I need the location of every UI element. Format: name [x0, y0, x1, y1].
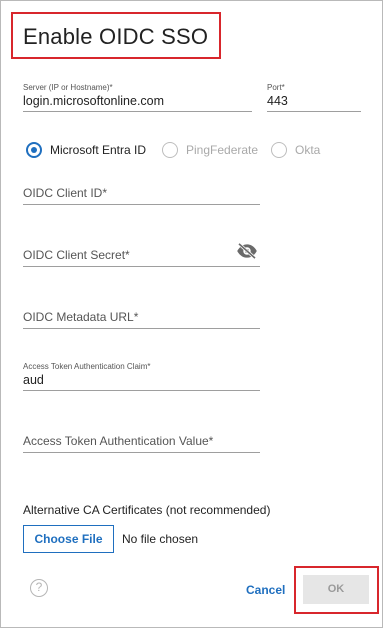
oidc-sso-dialog: Enable OIDC SSO Server (IP or Hostname)*… [0, 0, 383, 628]
choose-file-button[interactable]: Choose File [23, 525, 114, 553]
token-claim-underline [23, 390, 260, 391]
metadata-url-input[interactable]: OIDC Metadata URL* [23, 310, 138, 324]
radio-okta[interactable] [271, 142, 287, 158]
client-secret-input[interactable]: OIDC Client Secret* [23, 248, 130, 262]
client-secret-underline [23, 266, 260, 267]
server-underline [23, 111, 252, 112]
radio-pingfederate[interactable] [162, 142, 178, 158]
radio-label-microsoft-entra-id[interactable]: Microsoft Entra ID [50, 143, 146, 157]
server-input[interactable]: login.microsoftonline.com [23, 94, 164, 108]
eye-off-icon[interactable] [236, 243, 258, 259]
token-value-input[interactable]: Access Token Authentication Value* [23, 434, 213, 448]
port-label: Port* [267, 83, 285, 92]
radio-label-okta[interactable]: Okta [295, 143, 320, 157]
ok-button[interactable]: OK [303, 575, 369, 604]
client-id-input[interactable]: OIDC Client ID* [23, 186, 107, 200]
token-claim-label: Access Token Authentication Claim* [23, 362, 151, 371]
server-label: Server (IP or Hostname)* [23, 83, 113, 92]
dialog-title: Enable OIDC SSO [23, 24, 209, 49]
metadata-url-underline [23, 328, 260, 329]
file-status: No file chosen [122, 532, 199, 546]
help-icon[interactable]: ? [30, 579, 48, 597]
ca-certificates-label: Alternative CA Certificates (not recomme… [23, 503, 271, 517]
cancel-button[interactable]: Cancel [246, 583, 285, 597]
token-claim-input[interactable]: aud [23, 373, 44, 387]
token-value-underline [23, 452, 260, 453]
radio-label-pingfederate[interactable]: PingFederate [186, 143, 258, 157]
radio-microsoft-entra-id[interactable] [26, 142, 42, 158]
port-input[interactable]: 443 [267, 94, 288, 108]
client-id-underline [23, 204, 260, 205]
port-underline [267, 111, 361, 112]
